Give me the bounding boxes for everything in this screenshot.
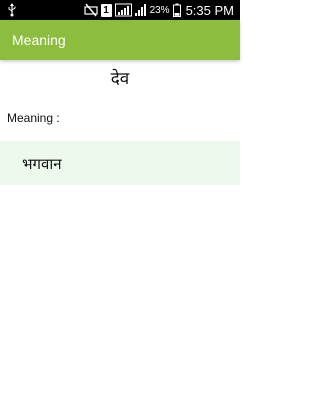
word-heading: देव xyxy=(110,69,130,89)
sim-1-icon: 1 xyxy=(100,3,112,17)
mute-icon xyxy=(83,3,98,17)
status-icons: 1 23% 5:35 PM xyxy=(81,0,234,20)
action-bar: Meaning xyxy=(0,20,240,60)
signal-icon xyxy=(114,3,132,17)
meaning-box: भगवान xyxy=(0,141,240,185)
clock: 5:35 PM xyxy=(185,2,234,18)
signal-bars-icon xyxy=(134,4,146,16)
page-title: Meaning xyxy=(12,32,66,48)
usb-icon xyxy=(8,3,16,17)
battery-icon xyxy=(172,3,181,17)
meaning-label: Meaning : xyxy=(7,111,60,125)
battery-percent: 23% xyxy=(149,4,170,16)
meaning-text: भगवान xyxy=(22,155,62,173)
status-bar: 1 23% 5:35 PM xyxy=(0,0,240,20)
